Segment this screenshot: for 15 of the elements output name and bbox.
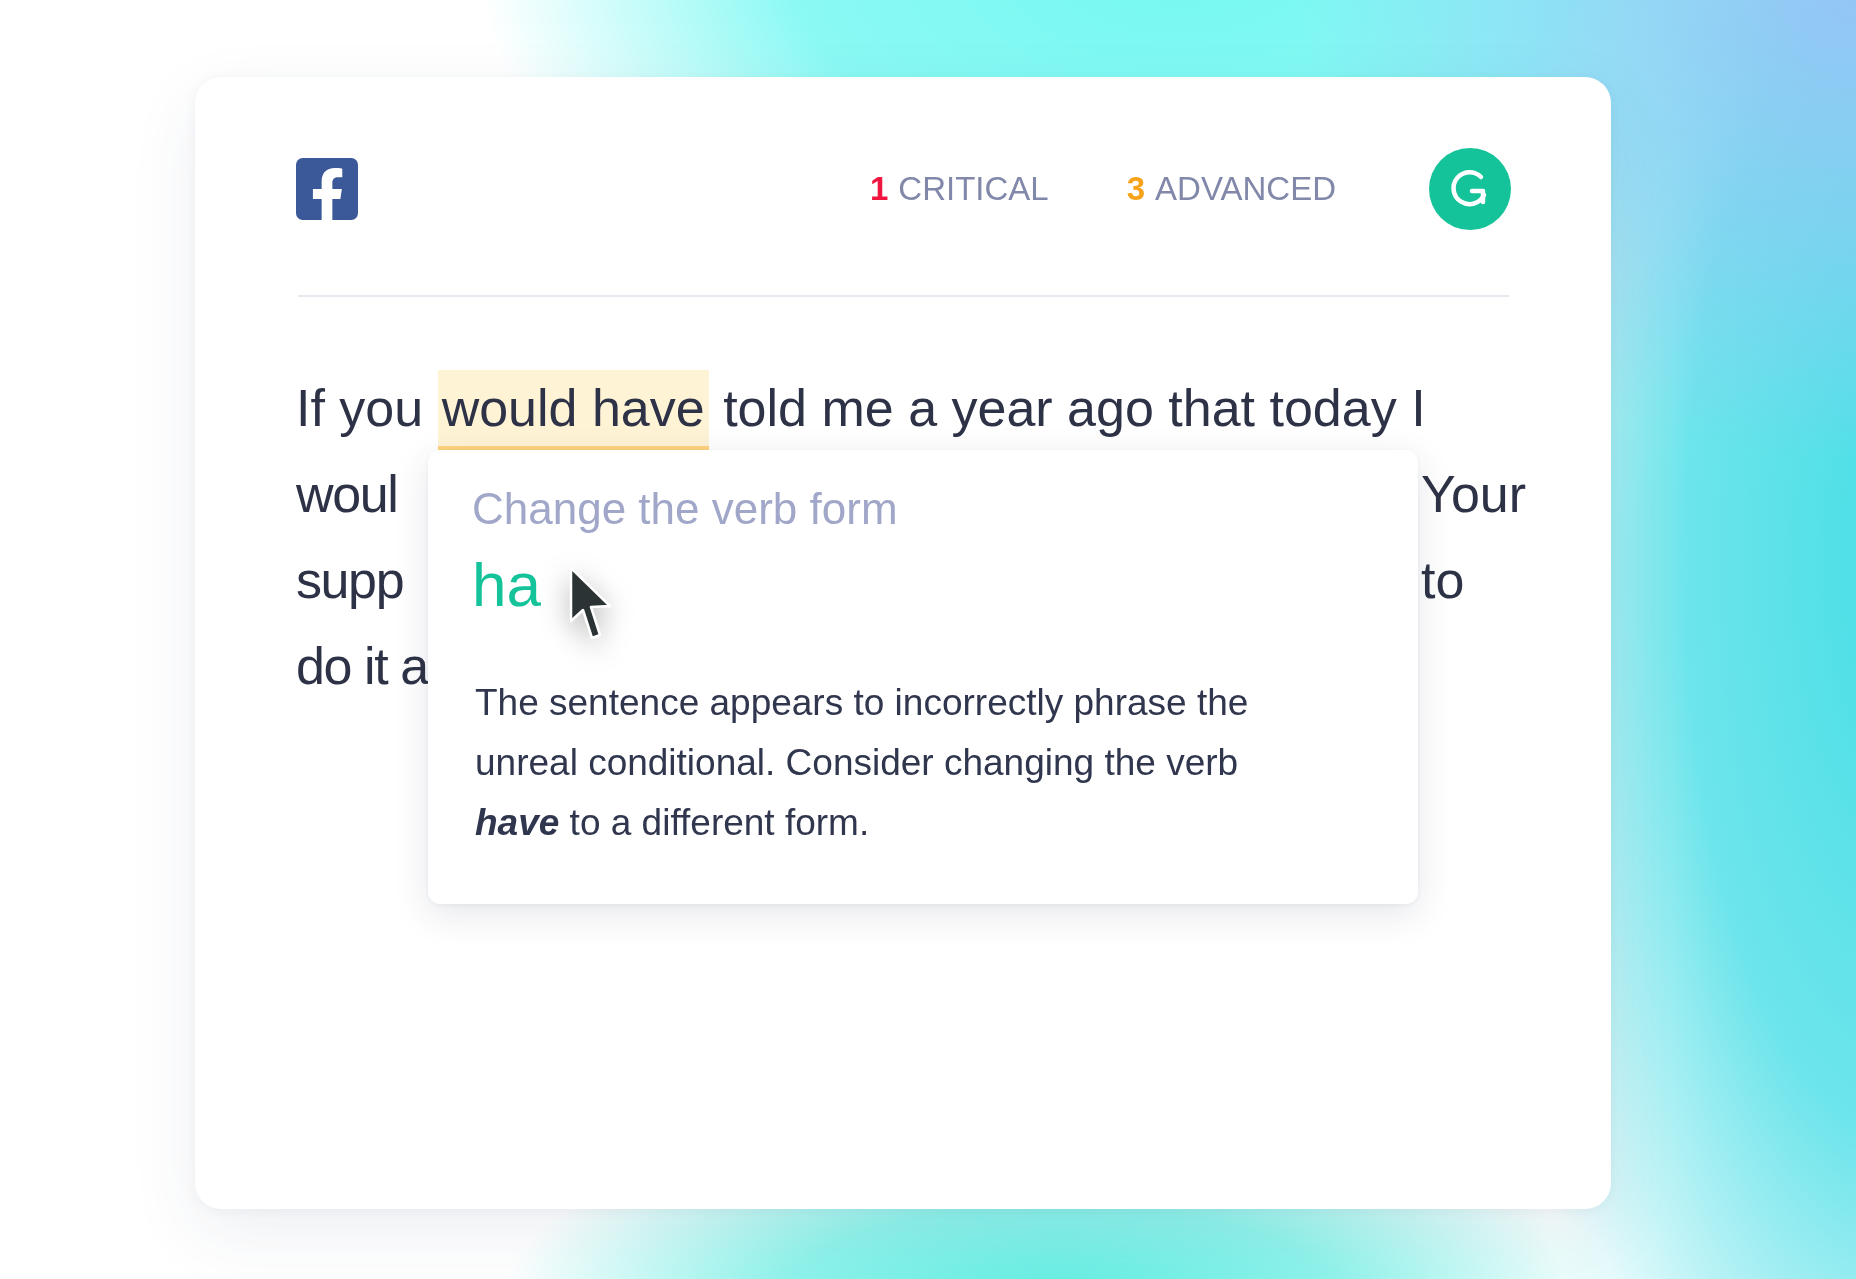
issue-count: 3 [1126,169,1146,209]
editor-text: If you [296,379,425,437]
editor-text: do it a [296,637,428,695]
explanation-text: The sentence appears to incorrectly phrase the unreal conditional. Consider changing the verb have to a different form. [475,681,1250,845]
issue-category-label: CRITICAL [898,169,1049,209]
editor-text: to [1420,550,1465,611]
issue-count: 1 [870,169,889,209]
highlighted-phrase[interactable]: would have [437,370,709,451]
editor-text: told me a year ago that today I [722,379,1426,437]
suggestion-title: Change the verb form [472,484,898,534]
editor-text: Your [1420,464,1527,525]
editor-text: woul [296,465,398,523]
issue-category-label: ADVANCED [1155,169,1336,209]
editor-text: supp [296,551,404,609]
facebook-logo-icon [296,158,358,220]
